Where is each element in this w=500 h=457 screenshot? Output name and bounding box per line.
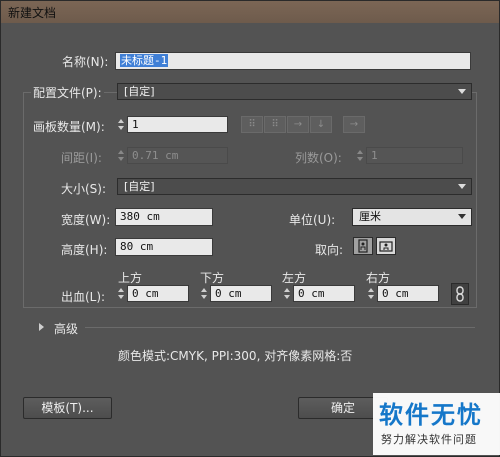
height-label: 高度(H):	[61, 243, 108, 257]
columns-stepper[interactable]	[355, 147, 365, 164]
document-info: 颜色模式:CMYK, PPI:300, 对齐像素网格:否	[118, 349, 353, 363]
watermark-subtitle: 努力解决软件问题	[381, 433, 477, 446]
columns-value: 1	[371, 149, 378, 162]
arrow-down-icon	[284, 295, 290, 299]
profile-value: [自定]	[124, 85, 155, 98]
name-value: 未标题-1	[120, 54, 169, 67]
arrange-by-row-icon[interactable]: →	[287, 116, 309, 133]
grid-by-row-icon[interactable]: ⠿	[241, 116, 263, 133]
arrow-up-icon	[368, 288, 374, 292]
bleed-left-stepper[interactable]	[282, 285, 292, 302]
columns-input[interactable]: 1	[366, 147, 463, 164]
profile-label: 配置文件(P):	[31, 84, 104, 101]
bleed-right-stepper[interactable]	[366, 285, 376, 302]
spacing-label: 间距(I):	[61, 151, 102, 165]
arrange-by-column-icon[interactable]: ↓	[310, 116, 332, 133]
landscape-orientation-icon[interactable]	[376, 237, 396, 255]
layout-order-icon[interactable]: →	[343, 116, 365, 133]
grid-by-column-icon[interactable]: ⠿	[264, 116, 286, 133]
size-value: [自定]	[124, 180, 155, 193]
name-input[interactable]: 未标题-1	[115, 52, 471, 70]
spacing-input[interactable]: 0.71 cm	[127, 147, 228, 164]
advanced-divider	[85, 327, 475, 328]
window-title: 新建文档	[8, 6, 57, 20]
artboards-input[interactable]: 1	[127, 116, 228, 133]
bleed-top-stepper[interactable]	[116, 285, 126, 302]
arrow-up-icon	[284, 288, 290, 292]
arrow-down-icon	[118, 126, 124, 130]
bleed-bottom-label: 下方	[200, 271, 225, 285]
profile-select[interactable]: [自定]	[117, 83, 472, 100]
name-label: 名称(N):	[62, 55, 109, 69]
columns-label: 列数(O):	[295, 151, 342, 165]
width-label: 宽度(W):	[61, 213, 111, 227]
chevron-down-icon	[458, 184, 466, 189]
chain-link-icon	[456, 286, 464, 302]
watermark-logo: 软件无忧 努力解决软件问题	[373, 393, 500, 455]
chevron-right-icon[interactable]	[39, 323, 44, 331]
orientation-label: 取向:	[315, 243, 344, 257]
spacing-value: 0.71 cm	[132, 149, 179, 162]
units-label: 单位(U):	[289, 213, 336, 227]
link-icon[interactable]	[451, 283, 469, 305]
bleed-left-value: 0 cm	[298, 287, 325, 300]
bleed-bottom-input[interactable]: 0 cm	[210, 285, 272, 302]
height-input[interactable]: 80 cm	[115, 238, 213, 256]
arrow-up-icon	[118, 119, 124, 123]
new-document-dialog: 新建文档 名称(N): 未标题-1 配置文件(P): [自定] 画板数量(M):…	[0, 0, 500, 457]
bleed-top-label: 上方	[118, 271, 143, 285]
artboards-stepper[interactable]	[116, 116, 126, 133]
arrow-up-icon	[118, 150, 124, 154]
size-label: 大小(S):	[61, 182, 107, 196]
arrow-down-icon	[118, 295, 124, 299]
units-value: 厘米	[359, 210, 381, 223]
arrow-up-icon	[118, 288, 124, 292]
arrow-down-icon	[118, 157, 124, 161]
bleed-top-value: 0 cm	[132, 287, 159, 300]
height-value: 80 cm	[120, 240, 154, 253]
bleed-bottom-value: 0 cm	[215, 287, 242, 300]
size-select[interactable]: [自定]	[117, 178, 472, 195]
artboards-label: 画板数量(M):	[33, 120, 105, 134]
bleed-top-input[interactable]: 0 cm	[127, 285, 189, 302]
template-button[interactable]: 模板(T)...	[23, 397, 112, 419]
landscape-icon	[379, 241, 393, 252]
arrow-up-icon	[357, 150, 363, 154]
advanced-toggle[interactable]: 高级	[54, 320, 78, 337]
bleed-label: 出血(L):	[61, 290, 106, 304]
spacing-stepper[interactable]	[116, 147, 126, 164]
chevron-down-icon	[458, 89, 466, 94]
portrait-icon	[358, 239, 368, 253]
arrow-down-icon	[368, 295, 374, 299]
arrow-down-icon	[357, 157, 363, 161]
title-bar: 新建文档	[1, 1, 499, 23]
watermark-title: 软件无忧	[379, 401, 483, 429]
bleed-left-label: 左方	[282, 271, 307, 285]
bleed-bottom-stepper[interactable]	[199, 285, 209, 302]
bleed-left-input[interactable]: 0 cm	[293, 285, 355, 302]
artboards-value: 1	[132, 118, 139, 131]
bleed-right-value: 0 cm	[382, 287, 409, 300]
bleed-right-input[interactable]: 0 cm	[377, 285, 439, 302]
arrow-down-icon	[201, 295, 207, 299]
arrow-up-icon	[201, 288, 207, 292]
portrait-orientation-icon[interactable]	[353, 237, 373, 255]
chevron-down-icon	[458, 214, 466, 219]
bleed-right-label: 右方	[366, 271, 391, 285]
width-input[interactable]: 380 cm	[115, 208, 213, 226]
units-select[interactable]: 厘米	[352, 208, 472, 226]
width-value: 380 cm	[120, 210, 160, 223]
